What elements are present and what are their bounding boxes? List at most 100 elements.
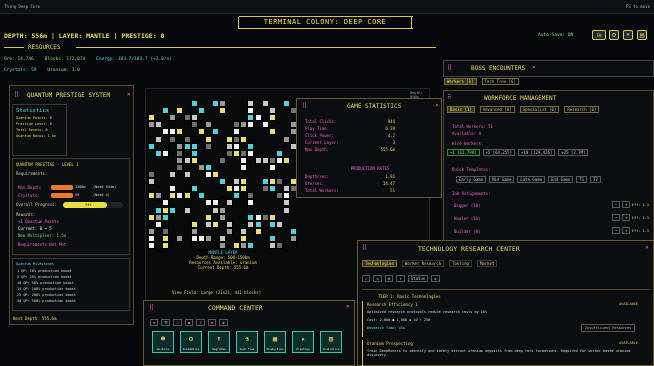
mine-block[interactable]: [155, 135, 163, 143]
mine-block[interactable]: [268, 114, 276, 122]
mine-block[interactable]: [148, 121, 155, 129]
mine-block[interactable]: [162, 107, 170, 115]
mine-block[interactable]: [211, 220, 219, 228]
hire-option[interactable]: +1 [12,798]: [447, 149, 480, 156]
mine-block[interactable]: [155, 192, 163, 200]
mine-block[interactable]: [162, 128, 170, 136]
mine-block[interactable]: [247, 142, 255, 150]
mine-block[interactable]: [268, 234, 276, 242]
mine-block[interactable]: [282, 206, 290, 214]
mine-block[interactable]: [233, 192, 241, 200]
mine-block[interactable]: [155, 149, 163, 157]
mine-block[interactable]: [240, 227, 248, 235]
command-button-tech-tree[interactable]: ⚗ Tech Tree: [236, 331, 258, 353]
mine-block[interactable]: [240, 178, 248, 186]
mine-block[interactable]: [219, 242, 226, 249]
mine-block[interactable]: [275, 149, 283, 157]
mine-block[interactable]: [190, 121, 198, 129]
boss-drag-icon[interactable]: ⠿: [447, 64, 452, 72]
mine-block[interactable]: [268, 163, 276, 171]
mine-block[interactable]: [148, 227, 155, 235]
mine-block[interactable]: [261, 185, 269, 193]
mine-block[interactable]: [268, 107, 276, 115]
mine-block[interactable]: [254, 227, 262, 235]
mine-block[interactable]: [204, 220, 212, 228]
mine-block[interactable]: [247, 114, 255, 122]
mine-block[interactable]: [204, 142, 212, 150]
mine-block[interactable]: [155, 121, 163, 129]
mine-block[interactable]: [261, 100, 269, 107]
hire-option[interactable]: +10 [129,426]: [518, 149, 556, 156]
tab-workers[interactable]: Workers [1]: [444, 78, 477, 85]
mine-block[interactable]: [176, 234, 184, 242]
mine-block[interactable]: [240, 135, 248, 143]
mine-block[interactable]: [169, 114, 177, 122]
mine-block[interactable]: [155, 220, 163, 228]
tab-worker-research[interactable]: Worker Research: [401, 260, 445, 267]
mine-block[interactable]: [275, 192, 283, 200]
mine-block[interactable]: [183, 156, 191, 164]
mine-block[interactable]: [268, 185, 276, 193]
mine-block[interactable]: [162, 242, 170, 249]
mine-block[interactable]: [190, 234, 198, 242]
mine-block[interactable]: [148, 142, 155, 150]
workforce-drag-icon[interactable]: ⠿: [447, 94, 451, 101]
research-item-2[interactable]: Uranium Prospecting AVAILABLE Train Deep…: [362, 340, 650, 366]
mine-block[interactable]: [282, 192, 290, 200]
mine-block[interactable]: [268, 156, 276, 164]
mine-block[interactable]: [190, 114, 198, 122]
mine-block[interactable]: [282, 135, 290, 143]
mine-block[interactable]: [197, 163, 205, 171]
template-option[interactable]: Late Game: [517, 176, 546, 183]
mine-block[interactable]: [233, 149, 241, 157]
mine-block[interactable]: [247, 121, 255, 129]
mine-block[interactable]: [268, 128, 276, 136]
gear-icon[interactable]: ⚙: [609, 30, 619, 40]
mine-block[interactable]: [190, 100, 198, 107]
mine-block[interactable]: [233, 128, 241, 136]
mine-block[interactable]: [233, 242, 241, 249]
hire-option[interactable]: +5 [64,255]: [482, 149, 515, 156]
mine-block[interactable]: [148, 213, 155, 221]
language-button[interactable]: EN: [592, 30, 606, 40]
mine-block[interactable]: [226, 135, 234, 143]
sort-icon[interactable]: ⇅: [431, 275, 440, 282]
mine-block[interactable]: [261, 121, 269, 129]
mine-block[interactable]: [211, 199, 219, 207]
mine-block[interactable]: [176, 156, 184, 164]
command-button-prestige[interactable]: ✦ Prestige: [292, 331, 314, 353]
sun-icon[interactable]: ☀: [623, 30, 633, 40]
template-option[interactable]: T2: [590, 176, 601, 183]
mine-block[interactable]: [247, 192, 255, 200]
mine-block[interactable]: [190, 149, 198, 157]
command-button-statistics[interactable]: ▥ Statistics: [320, 331, 342, 353]
mine-block[interactable]: [169, 192, 177, 200]
mine-block[interactable]: [183, 135, 191, 143]
mine-block[interactable]: [204, 121, 212, 129]
mine-block[interactable]: [211, 100, 219, 107]
mine-block[interactable]: [148, 171, 155, 178]
mine-block[interactable]: [254, 220, 262, 228]
mine-block[interactable]: [233, 121, 241, 129]
mine-block[interactable]: [268, 213, 276, 221]
mine-block[interactable]: [290, 227, 297, 235]
status-select[interactable]: Status: [407, 275, 429, 282]
mine-block[interactable]: [169, 171, 177, 178]
gem-icon[interactable]: ◆: [184, 319, 194, 326]
mine-block[interactable]: [268, 242, 276, 249]
mine-block[interactable]: [183, 142, 191, 150]
mine-block[interactable]: [183, 114, 191, 122]
mine-block[interactable]: [247, 199, 255, 207]
drop-icon[interactable]: ◌: [173, 319, 182, 326]
mine-block[interactable]: [282, 199, 290, 207]
mine-block[interactable]: [254, 114, 262, 122]
mine-block[interactable]: [247, 149, 255, 157]
atom-icon[interactable]: ✥: [207, 319, 217, 326]
mine-block[interactable]: [219, 107, 226, 115]
insufficient-resources-button[interactable]: Insufficient Resources: [581, 324, 636, 332]
mine-block[interactable]: [240, 185, 248, 193]
mine-block[interactable]: [190, 227, 198, 235]
mine-block[interactable]: [162, 199, 170, 207]
mine-block[interactable]: [240, 149, 248, 157]
mine-block[interactable]: [233, 142, 241, 150]
